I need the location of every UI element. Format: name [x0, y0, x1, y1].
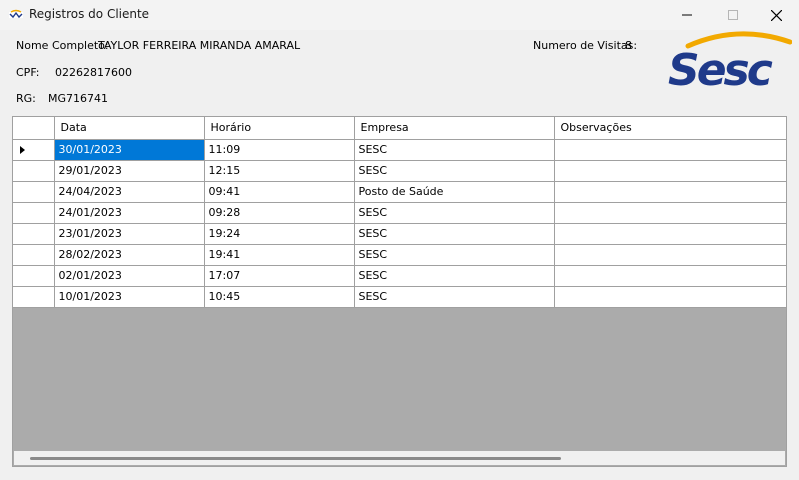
row-header[interactable] — [13, 286, 55, 308]
column-header-horario[interactable]: Horário — [204, 117, 355, 140]
cell-empresa[interactable]: SESC — [354, 244, 555, 266]
cell-data[interactable]: 10/01/2023 — [54, 286, 205, 308]
cell-observacoes[interactable] — [554, 223, 786, 245]
records-grid[interactable]: Data Horário Empresa Observações 30/01/2… — [12, 116, 787, 467]
cell-empresa[interactable]: SESC — [354, 223, 555, 245]
row-header[interactable] — [13, 265, 55, 287]
cell-observacoes[interactable] — [554, 286, 786, 308]
cell-data[interactable]: 30/01/2023 — [54, 139, 205, 161]
visits-label: Numero de Visitas: — [533, 39, 638, 52]
cell-horario[interactable]: 19:24 — [204, 223, 355, 245]
cell-empresa[interactable]: SESC — [354, 139, 555, 161]
visits-value: 8 — [625, 39, 632, 52]
cpf-label: CPF: — [16, 66, 40, 79]
table-row[interactable]: 10/01/2023 10:45 SESC — [13, 286, 786, 308]
name-value: TAYLOR FERREIRA MIRANDA AMARAL — [98, 39, 301, 52]
minimize-button[interactable] — [664, 0, 710, 30]
horizontal-scrollbar[interactable] — [14, 451, 785, 465]
cell-horario[interactable]: 12:15 — [204, 160, 355, 182]
cell-horario[interactable]: 11:09 — [204, 139, 355, 161]
minimize-icon — [682, 14, 692, 16]
corner-header — [13, 117, 55, 140]
cpf-value: 02262817600 — [55, 66, 132, 79]
window-title: Registros do Cliente — [29, 7, 150, 21]
records-table: Data Horário Empresa Observações 30/01/2… — [13, 117, 786, 308]
table-row[interactable]: 30/01/2023 11:09 SESC — [13, 139, 786, 161]
close-button[interactable] — [753, 0, 799, 30]
table-row[interactable]: 23/01/2023 19:24 SESC — [13, 223, 786, 245]
row-header[interactable] — [13, 139, 55, 161]
maximize-icon — [728, 10, 738, 20]
cell-observacoes[interactable] — [554, 181, 786, 203]
cell-data[interactable]: 24/04/2023 — [54, 181, 205, 203]
current-row-arrow-icon — [20, 145, 25, 154]
cell-horario[interactable]: 10:45 — [204, 286, 355, 308]
cell-observacoes[interactable] — [554, 244, 786, 266]
cell-horario[interactable]: 09:41 — [204, 181, 355, 203]
cell-observacoes[interactable] — [554, 160, 786, 182]
title-bar: Registros do Cliente — [0, 0, 799, 30]
scrollbar-thumb[interactable] — [30, 457, 561, 460]
table-row[interactable]: 24/04/2023 09:41 Posto de Saúde — [13, 181, 786, 203]
cell-empresa[interactable]: SESC — [354, 202, 555, 224]
sesc-logo: Sesc — [668, 31, 792, 90]
column-header-data[interactable]: Data — [54, 117, 205, 140]
row-header[interactable] — [13, 202, 55, 224]
cell-empresa[interactable]: SESC — [354, 265, 555, 287]
cell-empresa[interactable]: SESC — [354, 286, 555, 308]
app-icon — [9, 9, 23, 19]
rg-label: RG: — [16, 92, 36, 105]
column-header-empresa[interactable]: Empresa — [354, 117, 555, 140]
maximize-button[interactable] — [710, 0, 756, 30]
name-label: Nome Completo: — [16, 39, 109, 52]
column-header-observacoes[interactable]: Observações — [554, 117, 786, 140]
row-header[interactable] — [13, 244, 55, 266]
table-row[interactable]: 29/01/2023 12:15 SESC — [13, 160, 786, 182]
table-row[interactable]: 02/01/2023 17:07 SESC — [13, 265, 786, 287]
row-header[interactable] — [13, 160, 55, 182]
cell-data[interactable]: 29/01/2023 — [54, 160, 205, 182]
table-row[interactable]: 28/02/2023 19:41 SESC — [13, 244, 786, 266]
cell-empresa[interactable]: Posto de Saúde — [354, 181, 555, 203]
table-row[interactable]: 24/01/2023 09:28 SESC — [13, 202, 786, 224]
close-icon — [770, 9, 782, 21]
cell-observacoes[interactable] — [554, 202, 786, 224]
cell-horario[interactable]: 19:41 — [204, 244, 355, 266]
cell-observacoes[interactable] — [554, 139, 786, 161]
cell-data[interactable]: 28/02/2023 — [54, 244, 205, 266]
cell-horario[interactable]: 17:07 — [204, 265, 355, 287]
row-header[interactable] — [13, 181, 55, 203]
cell-horario[interactable]: 09:28 — [204, 202, 355, 224]
rg-value: MG716741 — [48, 92, 109, 105]
cell-empresa[interactable]: SESC — [354, 160, 555, 182]
cell-data[interactable]: 02/01/2023 — [54, 265, 205, 287]
cell-observacoes[interactable] — [554, 265, 786, 287]
logo-text: Sesc — [668, 45, 773, 90]
cell-data[interactable]: 23/01/2023 — [54, 223, 205, 245]
grid-header-row: Data Horário Empresa Observações — [13, 117, 786, 140]
row-header[interactable] — [13, 223, 55, 245]
cell-data[interactable]: 24/01/2023 — [54, 202, 205, 224]
